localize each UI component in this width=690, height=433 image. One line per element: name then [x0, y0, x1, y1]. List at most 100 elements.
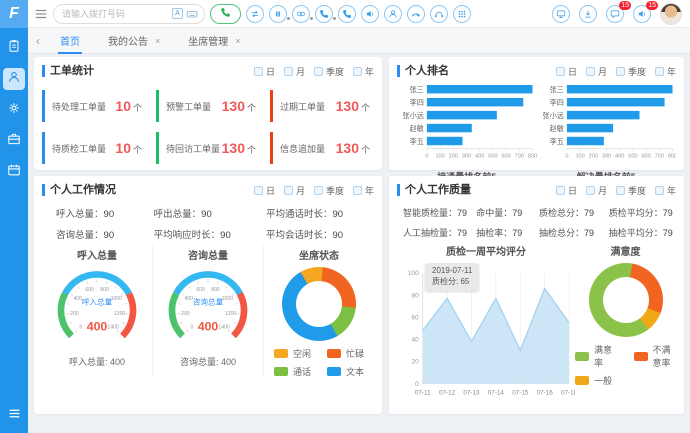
checkbox-icon[interactable] — [556, 186, 565, 195]
keyboard-icon[interactable] — [186, 8, 198, 20]
checkbox-icon[interactable] — [254, 186, 263, 195]
legend-item-0[interactable]: 空闲 — [274, 347, 311, 360]
legend-item-1[interactable]: 不满意率 — [634, 343, 677, 369]
sidebar-item-schedule[interactable] — [3, 161, 25, 183]
checkbox-icon[interactable] — [314, 67, 323, 76]
checkbox-icon[interactable] — [314, 186, 323, 195]
panel-title: 个人工作质量 — [397, 184, 471, 196]
legend-item-0[interactable]: 满意率 — [575, 343, 618, 369]
work-quality-stats: 智能质检量：79 命中量：79 质检总分：79 质检平均分：79 人工抽检量：7… — [397, 206, 676, 239]
checkbox-icon[interactable] — [284, 67, 293, 76]
bar-chart-resolve-ranking: 张三李四张小远赵敏李五0100200300400500600700800解决量排… — [537, 81, 677, 183]
monitor-icon[interactable] — [552, 5, 570, 23]
card-label: 待质检工单量 — [52, 142, 106, 155]
checkbox-icon[interactable] — [353, 67, 362, 76]
outbound-call-icon[interactable] — [338, 5, 356, 23]
sidebar-item-settings[interactable] — [3, 99, 25, 121]
hangup-call-icon[interactable] — [407, 5, 425, 23]
dial-number-input[interactable] — [60, 8, 169, 20]
svg-text:张小远: 张小远 — [542, 111, 563, 120]
work-status-stats: 呼入总量：90 呼出总量：90 平均通话时长：90 咨询总量：90 平均响应时长… — [42, 206, 374, 241]
legend-item-1[interactable]: 忙碌 — [327, 347, 364, 360]
area-chart-weekly-qc-score: 质检一周平均评分02040608010007-1107-1207-1307-14… — [397, 241, 575, 412]
filter-option-day[interactable]: 日 — [556, 65, 577, 78]
filter-option-day[interactable]: 日 — [254, 184, 275, 197]
filter-option-year[interactable]: 年 — [655, 65, 676, 78]
checkbox-icon[interactable] — [616, 67, 625, 76]
svg-text:1000: 1000 — [222, 296, 234, 302]
tab-agent-management[interactable]: 坐席管理 × — [174, 28, 254, 54]
sidebar-item-business[interactable] — [3, 130, 25, 152]
svg-text:07-14: 07-14 — [488, 389, 505, 396]
svg-text:07-18: 07-18 — [561, 389, 575, 396]
checkbox-icon[interactable] — [353, 186, 362, 195]
svg-text:0: 0 — [190, 324, 193, 330]
card-value: 10个 — [115, 98, 142, 114]
hold-call-icon[interactable] — [269, 5, 287, 23]
period-filters: 日月季度年 — [556, 65, 676, 78]
sidebar-collapse-button[interactable] — [8, 407, 21, 425]
checkbox-icon[interactable] — [586, 186, 595, 195]
filter-option-quarter[interactable]: 季度 — [314, 184, 344, 197]
conference-call-icon[interactable] — [292, 5, 310, 23]
tab-my-announcements[interactable]: 我的公告 × — [94, 28, 174, 54]
panel-work-order-stats: 工单统计 日月季度年 待处理工单量 10个 预警工单量 130个 过期工单量 1… — [34, 57, 382, 170]
checkbox-icon[interactable] — [586, 67, 595, 76]
legend-item-3[interactable]: 文本 — [327, 365, 364, 378]
filter-option-month[interactable]: 月 — [284, 184, 305, 197]
legend-item-2[interactable]: 一般 — [575, 374, 618, 387]
filter-option-quarter[interactable]: 季度 — [314, 65, 344, 78]
app-logo[interactable]: F — [0, 0, 28, 28]
svg-text:1000: 1000 — [111, 296, 123, 302]
gauge-footer: 呼入总量: 400 — [42, 355, 152, 368]
checkbox-icon[interactable] — [556, 67, 565, 76]
checkbox-icon[interactable] — [284, 186, 293, 195]
filter-option-year[interactable]: 年 — [655, 184, 676, 197]
agent-status-icon[interactable] — [384, 5, 402, 23]
voicemail-download-icon[interactable] — [579, 5, 597, 23]
sidebar-item-agent[interactable] — [3, 68, 25, 90]
call-button[interactable] — [210, 4, 241, 24]
chart-legend: 满意率不满意率一般 — [575, 343, 676, 387]
card-pending-callback-workorders: 待回访工单量 130个 — [156, 132, 260, 164]
filter-option-day[interactable]: 日 — [556, 184, 577, 197]
transfer-call-icon[interactable] — [246, 5, 264, 23]
tabs-scroll-left-icon[interactable]: ‹ — [30, 34, 46, 48]
tab-home[interactable]: 首页 — [46, 28, 94, 54]
filter-option-quarter[interactable]: 季度 — [616, 184, 646, 197]
filter-option-year[interactable]: 年 — [353, 65, 374, 78]
hamburger-menu-icon[interactable] — [34, 7, 48, 21]
broadcast-icon[interactable]: 15 — [633, 5, 651, 23]
avatar[interactable] — [660, 3, 682, 25]
answer-call-icon[interactable] — [315, 5, 333, 23]
filter-option-quarter[interactable]: 季度 — [616, 65, 646, 78]
filter-option-month[interactable]: 月 — [284, 65, 305, 78]
legend-item-2[interactable]: 通话 — [274, 365, 311, 378]
svg-text:600: 600 — [641, 154, 650, 160]
filter-label: 月 — [296, 184, 305, 197]
speaker-icon[interactable] — [361, 5, 379, 23]
filter-label: 年 — [667, 184, 676, 197]
filter-option-year[interactable]: 年 — [353, 184, 374, 197]
message-icon[interactable]: 15 — [606, 5, 624, 23]
dialpad-icon[interactable] — [453, 5, 471, 23]
checkbox-icon[interactable] — [655, 67, 664, 76]
checkbox-icon[interactable] — [655, 186, 664, 195]
svg-text:07-13: 07-13 — [463, 389, 480, 396]
close-icon[interactable]: × — [235, 36, 240, 46]
tabbar: ‹ 首页 我的公告 × 坐席管理 × — [28, 28, 690, 54]
checkbox-icon[interactable] — [254, 67, 263, 76]
close-icon[interactable]: × — [155, 36, 160, 46]
checkbox-icon[interactable] — [616, 186, 625, 195]
stat-item: 智能质检量：79 — [397, 206, 470, 219]
filter-option-day[interactable]: 日 — [254, 65, 275, 78]
svg-text:400: 400 — [475, 154, 484, 160]
headset-icon[interactable] — [430, 5, 448, 23]
svg-text:07-12: 07-12 — [439, 389, 456, 396]
svg-text:0: 0 — [425, 154, 428, 160]
filter-option-month[interactable]: 月 — [586, 184, 607, 197]
sidebar-item-workorder[interactable] — [3, 37, 25, 59]
letter-a-icon[interactable]: A — [172, 8, 183, 19]
filter-option-month[interactable]: 月 — [586, 65, 607, 78]
filter-label: 日 — [266, 184, 275, 197]
